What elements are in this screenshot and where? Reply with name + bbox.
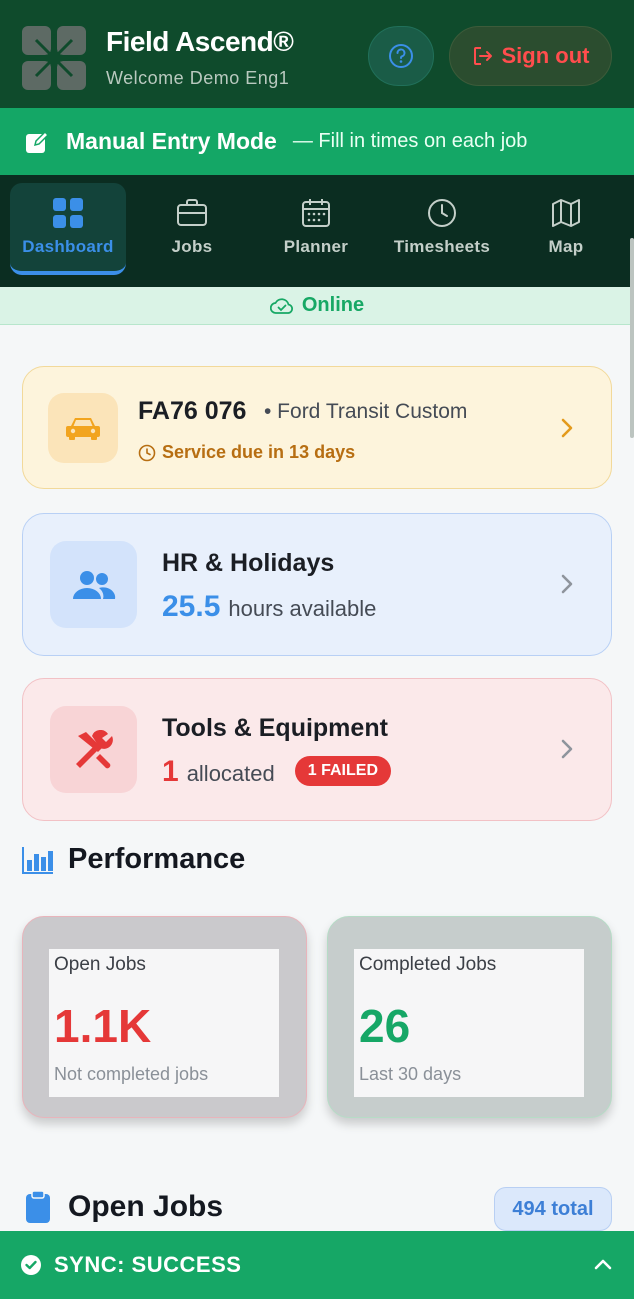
tools-equipment-card[interactable]: Tools & Equipment 1 allocated 1 FAILED [22,678,612,821]
car-icon [66,418,100,440]
performance-title: Performance [68,843,246,875]
stat-label: Open Jobs [54,954,146,975]
users-icon [72,570,115,599]
check-circle-icon [21,1255,41,1275]
tools-count: 1 [162,755,179,788]
nav-label: Planner [283,237,349,256]
nav-label: Jobs [171,237,213,256]
open-jobs-title: Open Jobs [68,1190,224,1223]
help-button[interactable] [368,26,434,86]
vehicle-card[interactable]: FA76 076 • Ford Transit Custom Service d… [22,366,612,489]
open-jobs-stat-card[interactable]: Open Jobs 1.1K Not completed jobs [22,916,307,1118]
tools-count-label: allocated [186,761,275,786]
app-title: Field Ascend® [106,26,294,57]
online-status-bar: Online [0,287,634,325]
stat-value: 1.1K [54,1000,152,1052]
chevron-up-icon[interactable] [592,1253,614,1275]
nav-dashboard[interactable]: Dashboard [10,183,126,275]
nav-label: Map [548,237,584,256]
sync-status-bar[interactable]: SYNC: SUCCESS [0,1231,634,1299]
sync-label: SYNC: SUCCESS [54,1252,242,1277]
main-nav: Dashboard Jobs Planner Timesheets Map [0,175,634,287]
nav-jobs[interactable]: Jobs [134,183,250,275]
tools-count-row: 1 allocated 1 FAILED [162,755,391,789]
vehicle-icon-box [48,393,118,463]
briefcase-icon [177,199,207,226]
chevron-right-icon [561,574,573,594]
help-circle-icon [389,44,413,68]
sign-out-button[interactable]: Sign out [449,26,612,86]
completed-jobs-stat-card[interactable]: Completed Jobs 26 Last 30 days [327,916,612,1118]
tools-title: Tools & Equipment [162,714,388,742]
nav-map[interactable]: Map [508,183,624,275]
chevron-right-icon [561,418,573,438]
stat-sub: Not completed jobs [54,1064,209,1084]
stat-label: Completed Jobs [359,954,497,975]
hr-title: HR & Holidays [162,549,335,577]
sign-out-label: Sign out [501,43,590,68]
nav-label: Dashboard [22,237,114,256]
hr-holidays-card[interactable]: HR & Holidays 25.5 hours available [22,513,612,656]
performance-heading: Performance [22,843,245,876]
manual-entry-banner: Manual Entry Mode — Fill in times on eac… [0,108,634,175]
nav-planner[interactable]: Planner [258,183,374,275]
vehicle-plate: FA76 076 [138,397,247,425]
app-header: Field Ascend® Welcome Demo Eng1 Sign out [0,0,634,108]
scrollbar[interactable] [630,238,634,438]
service-due-label: Service due in 13 days [162,442,356,462]
map-icon [552,199,580,227]
hr-icon-box [50,541,137,628]
open-jobs-stat-inner: Open Jobs 1.1K Not completed jobs [49,949,279,1097]
failed-badge: 1 FAILED [294,756,391,787]
completed-jobs-stat-inner: Completed Jobs 26 Last 30 days [354,949,584,1097]
nav-timesheets[interactable]: Timesheets [384,183,500,275]
stat-value: 26 [359,1000,411,1052]
grid-icon [53,198,83,228]
sign-out-icon [473,47,492,65]
bar-chart-icon [22,846,53,874]
clock-icon [138,444,156,461]
open-jobs-total-badge: 494 total [494,1187,612,1231]
manual-mode-title: Manual Entry Mode [66,128,277,154]
stat-sub: Last 30 days [359,1064,462,1084]
clock-icon [428,199,456,227]
calendar-icon [302,199,330,227]
service-due: Service due in 13 days [138,442,355,463]
vehicle-model: • Ford Transit Custom [264,400,468,423]
tools-icon [75,729,113,768]
nav-label: Timesheets [393,237,491,256]
app-logo-icon [22,26,86,90]
welcome-text: Welcome Demo Eng1 [106,68,290,88]
hr-hours-row: 25.5 hours available [162,590,376,624]
online-label: Online [301,294,365,316]
cloud-check-icon [269,297,293,314]
open-jobs-heading: Open Jobs [26,1190,223,1224]
tools-icon-box [50,706,137,793]
edit-icon [26,130,50,153]
manual-mode-subtitle: — Fill in times on each job [292,130,528,152]
hours-label: hours available [228,596,377,621]
hours-value: 25.5 [162,590,221,623]
chevron-right-icon [561,739,573,759]
clipboard-icon [26,1191,50,1223]
